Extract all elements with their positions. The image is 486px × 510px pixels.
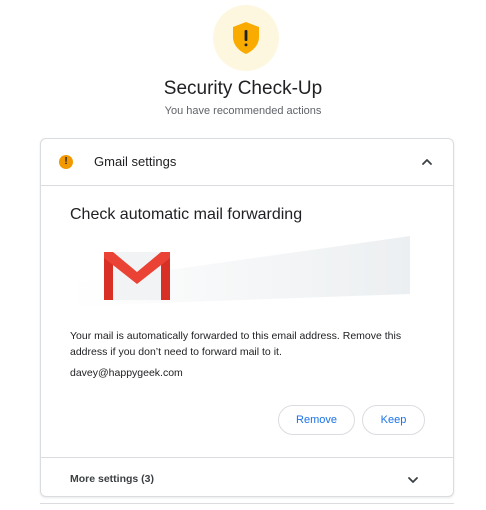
more-settings-label: More settings (3) [70, 473, 155, 485]
page-subtitle: You have recommended actions [164, 105, 322, 117]
chevron-down-icon[interactable] [407, 474, 419, 486]
chevron-up-icon[interactable] [421, 156, 433, 168]
card-header-label: Gmail settings [94, 154, 177, 169]
keep-button[interactable]: Keep [362, 405, 425, 435]
page-title: Security Check-Up [163, 78, 323, 99]
shield-badge [213, 5, 279, 71]
gmail-settings-card: ! Gmail settings Check automatic mail fo… [40, 138, 454, 497]
next-card-edge [40, 503, 454, 510]
more-settings-row[interactable]: More settings (3) [41, 457, 453, 496]
warning-dot-icon: ! [59, 155, 73, 169]
card-header[interactable]: ! Gmail settings [41, 139, 453, 186]
shield-warning-icon [233, 22, 259, 54]
remove-button[interactable]: Remove [278, 405, 355, 435]
forwarding-email: davey@happygeek.com [70, 367, 183, 379]
forwarding-description: Your mail is automatically forwarded to … [70, 330, 402, 358]
gmail-logo-icon [104, 252, 170, 300]
security-checkup-page: Security Check-Up You have recommended a… [0, 0, 486, 510]
gmail-illustration [70, 236, 410, 306]
section-title: Check automatic mail forwarding [70, 206, 303, 223]
